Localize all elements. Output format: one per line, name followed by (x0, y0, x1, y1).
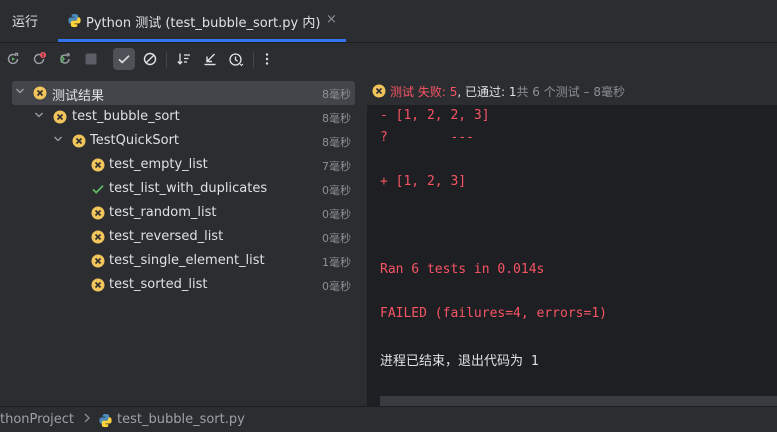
tree-item-label: 测试结果 (52, 89, 105, 104)
tool-window-header: 运行 Python 测试 (test_bubble_sort.py 内) × (0, 0, 777, 42)
tree-item-label: test_reversed_list (109, 229, 224, 244)
chevron-down-icon[interactable] (15, 86, 25, 99)
test-failed-icon (72, 134, 86, 148)
more-icon[interactable] (256, 48, 278, 70)
tree-item-test-single-element-list[interactable]: test_single_element_list 1毫秒 (0, 249, 366, 273)
sort-by-duration-icon[interactable] (225, 48, 247, 70)
tree-item-test-bubble-sort[interactable]: test_bubble_sort 8毫秒 (0, 105, 366, 129)
console-line: + [1, 2, 3] (380, 174, 467, 189)
test-failed-icon (33, 86, 47, 100)
navigation-bar: thonProject test_bubble_sort.py (0, 406, 777, 432)
tree-item-test-sorted-list[interactable]: test_sorted_list 0毫秒 (0, 273, 366, 297)
tree-item-duration: 8毫秒 (322, 136, 351, 149)
tree-item-label: test_empty_list (109, 157, 208, 172)
tree-item-label: test_list_with_duplicates (109, 181, 268, 196)
toggle-auto-test-icon[interactable] (54, 48, 76, 70)
chevron-down-icon[interactable] (34, 110, 44, 123)
passed-label: , 已通过: (457, 85, 509, 99)
tree-item-duration: 8毫秒 (322, 88, 351, 101)
console-line: Ran 6 tests in 0.014s (380, 262, 545, 277)
tree-item-duration: 1毫秒 (322, 256, 351, 269)
tree-item-duration: 0毫秒 (322, 280, 351, 293)
test-failed-icon (91, 254, 105, 268)
test-summary-bar: 测试 失败: 5, 已通过: 1共 6 个测试 – 8毫秒 (367, 77, 777, 105)
console-line: 进程已结束，退出代码为 1 (380, 354, 539, 369)
rerun-failed-icon[interactable] (28, 48, 50, 70)
tree-item-label: test_random_list (109, 205, 217, 220)
python-icon (67, 13, 82, 32)
console-output[interactable]: 测试 失败: 5, 已通过: 1共 6 个测试 – 8毫秒 - [1, 2, 2… (367, 77, 777, 406)
console-line: - [1, 2, 2, 3] (380, 108, 490, 123)
test-summary: 测试 失败: 5, 已通过: 1共 6 个测试 – 8毫秒 (390, 83, 625, 100)
total-summary: 共 6 个测试 – 8毫秒 (516, 85, 625, 99)
tree-item-test-random-list[interactable]: test_random_list 0毫秒 (0, 201, 366, 225)
horizontal-scrollbar[interactable] (380, 396, 777, 406)
test-failed-icon (91, 206, 105, 220)
sort-alphabetically-icon[interactable] (173, 48, 195, 70)
tree-item-duration: 0毫秒 (322, 232, 351, 245)
stop-icon[interactable] (80, 48, 102, 70)
tree-item-label: test_single_element_list (109, 253, 265, 268)
collapse-icon[interactable] (199, 48, 221, 70)
tree-item-test-reversed-list[interactable]: test_reversed_list 0毫秒 (0, 225, 366, 249)
tab-python-tests[interactable]: Python 测试 (test_bubble_sort.py 内) × (58, 0, 346, 42)
breadcrumb-project[interactable]: thonProject (0, 412, 74, 427)
test-failed-icon (91, 230, 105, 244)
tree-item-label: test_sorted_list (109, 277, 208, 292)
failed-label: 测试 失败: (390, 85, 450, 99)
tree-item-label: test_bubble_sort (72, 109, 180, 124)
tree-item-duration: 0毫秒 (322, 208, 351, 221)
rerun-icon[interactable] (2, 48, 24, 70)
tree-item-test-quick-sort[interactable]: TestQuickSort 8毫秒 (0, 129, 366, 153)
tree-item-duration: 0毫秒 (322, 184, 351, 197)
test-failed-icon (372, 84, 386, 102)
tree-item-test-list-with-duplicates[interactable]: test_list_with_duplicates 0毫秒 (0, 177, 366, 201)
show-ignored-icon[interactable] (139, 48, 161, 70)
test-results-tree: 测试结果 8毫秒 test_bubble_sort 8毫秒 TestQuickS… (0, 77, 366, 406)
test-passed-icon (91, 182, 105, 196)
python-icon (98, 413, 113, 432)
run-tool-window-title: 运行 (12, 15, 39, 30)
test-failed-icon (91, 278, 105, 292)
console-line: FAILED (failures=4, errors=1) (380, 306, 607, 321)
tree-item-duration: 7毫秒 (322, 160, 351, 173)
toolbar-separator (166, 52, 167, 68)
toolbar-separator (253, 52, 254, 68)
test-failed-icon (91, 158, 105, 172)
test-failed-icon (53, 110, 67, 124)
test-runner-toolbar (0, 42, 777, 76)
close-icon[interactable]: × (326, 12, 337, 27)
console-line: ? --- (380, 130, 474, 145)
tree-item-test-empty-list[interactable]: test_empty_list 7毫秒 (0, 153, 366, 177)
tree-item-duration: 8毫秒 (322, 112, 351, 125)
chevron-right-icon (82, 412, 92, 427)
tab-title: Python 测试 (test_bubble_sort.py 内) (86, 16, 321, 31)
tree-item-label: TestQuickSort (90, 133, 180, 148)
tree-item-test-results[interactable]: 测试结果 8毫秒 (12, 81, 355, 105)
show-passed-icon[interactable] (113, 48, 135, 70)
breadcrumb-file[interactable]: test_bubble_sort.py (117, 412, 245, 427)
chevron-down-icon[interactable] (53, 134, 63, 147)
